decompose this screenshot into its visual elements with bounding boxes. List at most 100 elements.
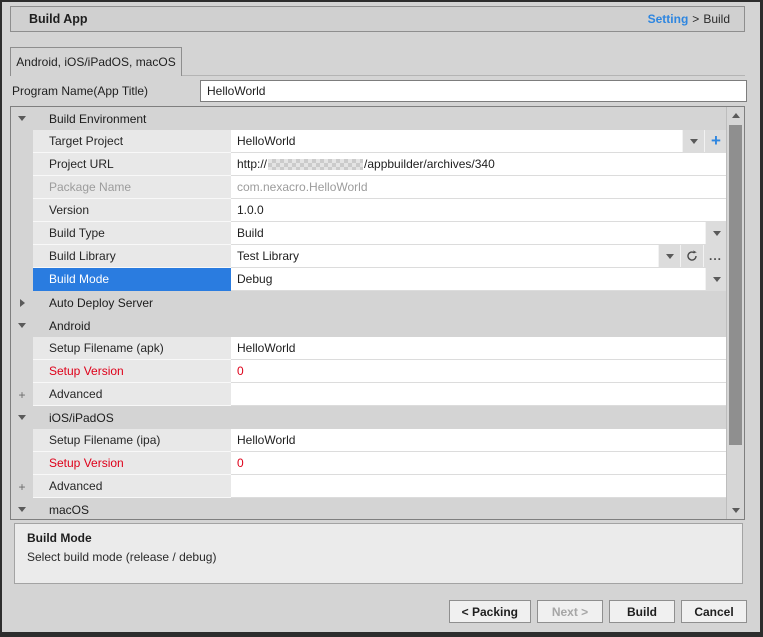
value-text: 1.0.0 xyxy=(231,203,727,217)
property-value-advanced[interactable] xyxy=(231,475,727,498)
property-label-project-url: Project URL xyxy=(33,153,231,176)
dropdown-button[interactable] xyxy=(682,130,704,152)
tab-android-ios-macos[interactable]: Android, iOS/iPadOS, macOS xyxy=(10,47,182,76)
value-text: 0 xyxy=(231,364,727,378)
cancel-button[interactable]: Cancel xyxy=(681,600,747,623)
dropdown-button[interactable] xyxy=(658,245,680,267)
property-grid: Build EnvironmentTarget ProjectHelloWorl… xyxy=(10,106,745,520)
property-value-package-name[interactable]: com.nexacro.HelloWorld xyxy=(231,176,727,199)
program-name-row: Program Name(App Title) xyxy=(12,80,747,102)
grid-row-project-url[interactable]: Project URLhttp:///appbuilder/archives/3… xyxy=(11,153,727,176)
grid-row-setup-version[interactable]: Setup Version0 xyxy=(11,452,727,475)
grid-row-setup-filename-apk[interactable]: Setup Filename (apk)HelloWorld xyxy=(11,337,727,360)
expand-section-icon[interactable] xyxy=(20,299,25,307)
property-value-project-url[interactable]: http:///appbuilder/archives/340 xyxy=(231,153,727,176)
add-project-button[interactable]: + xyxy=(704,130,727,152)
grid-row-build-library[interactable]: Build LibraryTest Library... xyxy=(11,245,727,268)
value-text: 0 xyxy=(231,456,727,470)
property-value-advanced[interactable] xyxy=(231,383,727,406)
value-text: Debug xyxy=(231,272,705,286)
expand-advanced-icon[interactable]: + xyxy=(18,481,25,493)
property-value-setup-filename-ipa[interactable]: HelloWorld xyxy=(231,429,727,452)
row-gutter: + xyxy=(11,475,33,498)
collapse-section-icon[interactable] xyxy=(18,323,26,328)
row-gutter xyxy=(11,314,33,337)
collapse-section-icon[interactable] xyxy=(18,507,26,512)
section-row-build-environment[interactable]: Build Environment xyxy=(11,107,727,130)
build-button[interactable]: Build xyxy=(609,600,675,623)
grid-row-target-project[interactable]: Target ProjectHelloWorld + xyxy=(11,130,727,153)
vertical-scrollbar[interactable] xyxy=(726,107,744,519)
browse-more-button[interactable]: ... xyxy=(703,245,727,267)
url-suffix: /appbuilder/archives/340 xyxy=(364,157,495,171)
breadcrumb-separator: > xyxy=(692,12,699,26)
property-value-version[interactable]: 1.0.0 xyxy=(231,199,727,222)
chevron-down-icon xyxy=(713,231,721,236)
row-gutter xyxy=(11,360,33,383)
section-label: Build Environment xyxy=(33,107,146,130)
property-label-setup-filename-apk: Setup Filename (apk) xyxy=(33,337,231,360)
property-label-target-project: Target Project xyxy=(33,130,231,153)
refresh-button[interactable] xyxy=(680,245,703,267)
build-app-dialog: Build App Setting > Build Android, iOS/i… xyxy=(0,0,763,637)
row-gutter: + xyxy=(11,383,33,406)
value-text: http:///appbuilder/archives/340 xyxy=(231,157,727,171)
row-gutter xyxy=(11,176,33,199)
scroll-down-button[interactable] xyxy=(727,502,744,519)
section-row-macos[interactable]: macOS xyxy=(11,498,727,520)
arrow-up-icon xyxy=(732,113,740,118)
collapse-section-icon[interactable] xyxy=(18,116,26,121)
tab-label: Android, iOS/iPadOS, macOS xyxy=(16,55,175,69)
expand-advanced-icon[interactable]: + xyxy=(18,389,25,401)
property-label-setup-version: Setup Version xyxy=(33,452,231,475)
row-gutter xyxy=(11,406,33,429)
property-value-target-project[interactable]: HelloWorld + xyxy=(231,130,727,153)
program-name-input[interactable] xyxy=(200,80,747,102)
property-value-setup-filename-apk[interactable]: HelloWorld xyxy=(231,337,727,360)
row-gutter xyxy=(11,337,33,360)
grid-row-package-name[interactable]: Package Namecom.nexacro.HelloWorld xyxy=(11,176,727,199)
grid-row-build-mode[interactable]: Build ModeDebug xyxy=(11,268,727,291)
grid-row-advanced[interactable]: + Advanced xyxy=(11,475,727,498)
property-value-build-mode[interactable]: Debug xyxy=(231,268,727,291)
footer-button-bar: < Packing Next > Build Cancel xyxy=(449,600,747,623)
next-button: Next > xyxy=(537,600,603,623)
arrow-down-icon xyxy=(732,508,740,513)
row-gutter xyxy=(11,498,33,520)
section-row-ios-ipados[interactable]: iOS/iPadOS xyxy=(11,406,727,429)
packing-button[interactable]: < Packing xyxy=(449,600,531,623)
property-value-setup-version[interactable]: 0 xyxy=(231,360,727,383)
breadcrumb-setting-link[interactable]: Setting xyxy=(648,12,689,26)
title-bar: Build App Setting > Build xyxy=(10,6,745,32)
grid-row-version[interactable]: Version1.0.0 xyxy=(11,199,727,222)
chevron-down-icon xyxy=(666,254,674,259)
chevron-down-icon xyxy=(713,277,721,282)
description-title: Build Mode xyxy=(27,531,730,545)
property-value-build-type[interactable]: Build xyxy=(231,222,727,245)
row-gutter xyxy=(11,153,33,176)
redacted-host xyxy=(268,159,363,170)
row-gutter xyxy=(11,199,33,222)
grid-row-build-type[interactable]: Build TypeBuild xyxy=(11,222,727,245)
section-label: macOS xyxy=(33,498,89,520)
property-value-setup-version[interactable]: 0 xyxy=(231,452,727,475)
scroll-up-button[interactable] xyxy=(727,107,744,124)
property-value-build-library[interactable]: Test Library... xyxy=(231,245,727,268)
grid-row-setup-version[interactable]: Setup Version0 xyxy=(11,360,727,383)
scrollbar-thumb[interactable] xyxy=(729,125,742,445)
property-label-advanced: Advanced xyxy=(33,383,231,406)
property-label-build-library: Build Library xyxy=(33,245,231,268)
value-text: HelloWorld xyxy=(231,134,682,148)
section-label: iOS/iPadOS xyxy=(33,406,114,429)
property-label-advanced: Advanced xyxy=(33,475,231,498)
row-gutter xyxy=(11,107,33,130)
section-row-android[interactable]: Android xyxy=(11,314,727,337)
collapse-section-icon[interactable] xyxy=(18,415,26,420)
grid-row-setup-filename-ipa[interactable]: Setup Filename (ipa)HelloWorld xyxy=(11,429,727,452)
value-text: HelloWorld xyxy=(231,433,727,447)
section-row-auto-deploy-server[interactable]: Auto Deploy Server xyxy=(11,291,727,314)
dropdown-button[interactable] xyxy=(705,268,727,290)
dropdown-button[interactable] xyxy=(705,222,727,244)
property-label-setup-filename-ipa: Setup Filename (ipa) xyxy=(33,429,231,452)
grid-row-advanced[interactable]: + Advanced xyxy=(11,383,727,406)
